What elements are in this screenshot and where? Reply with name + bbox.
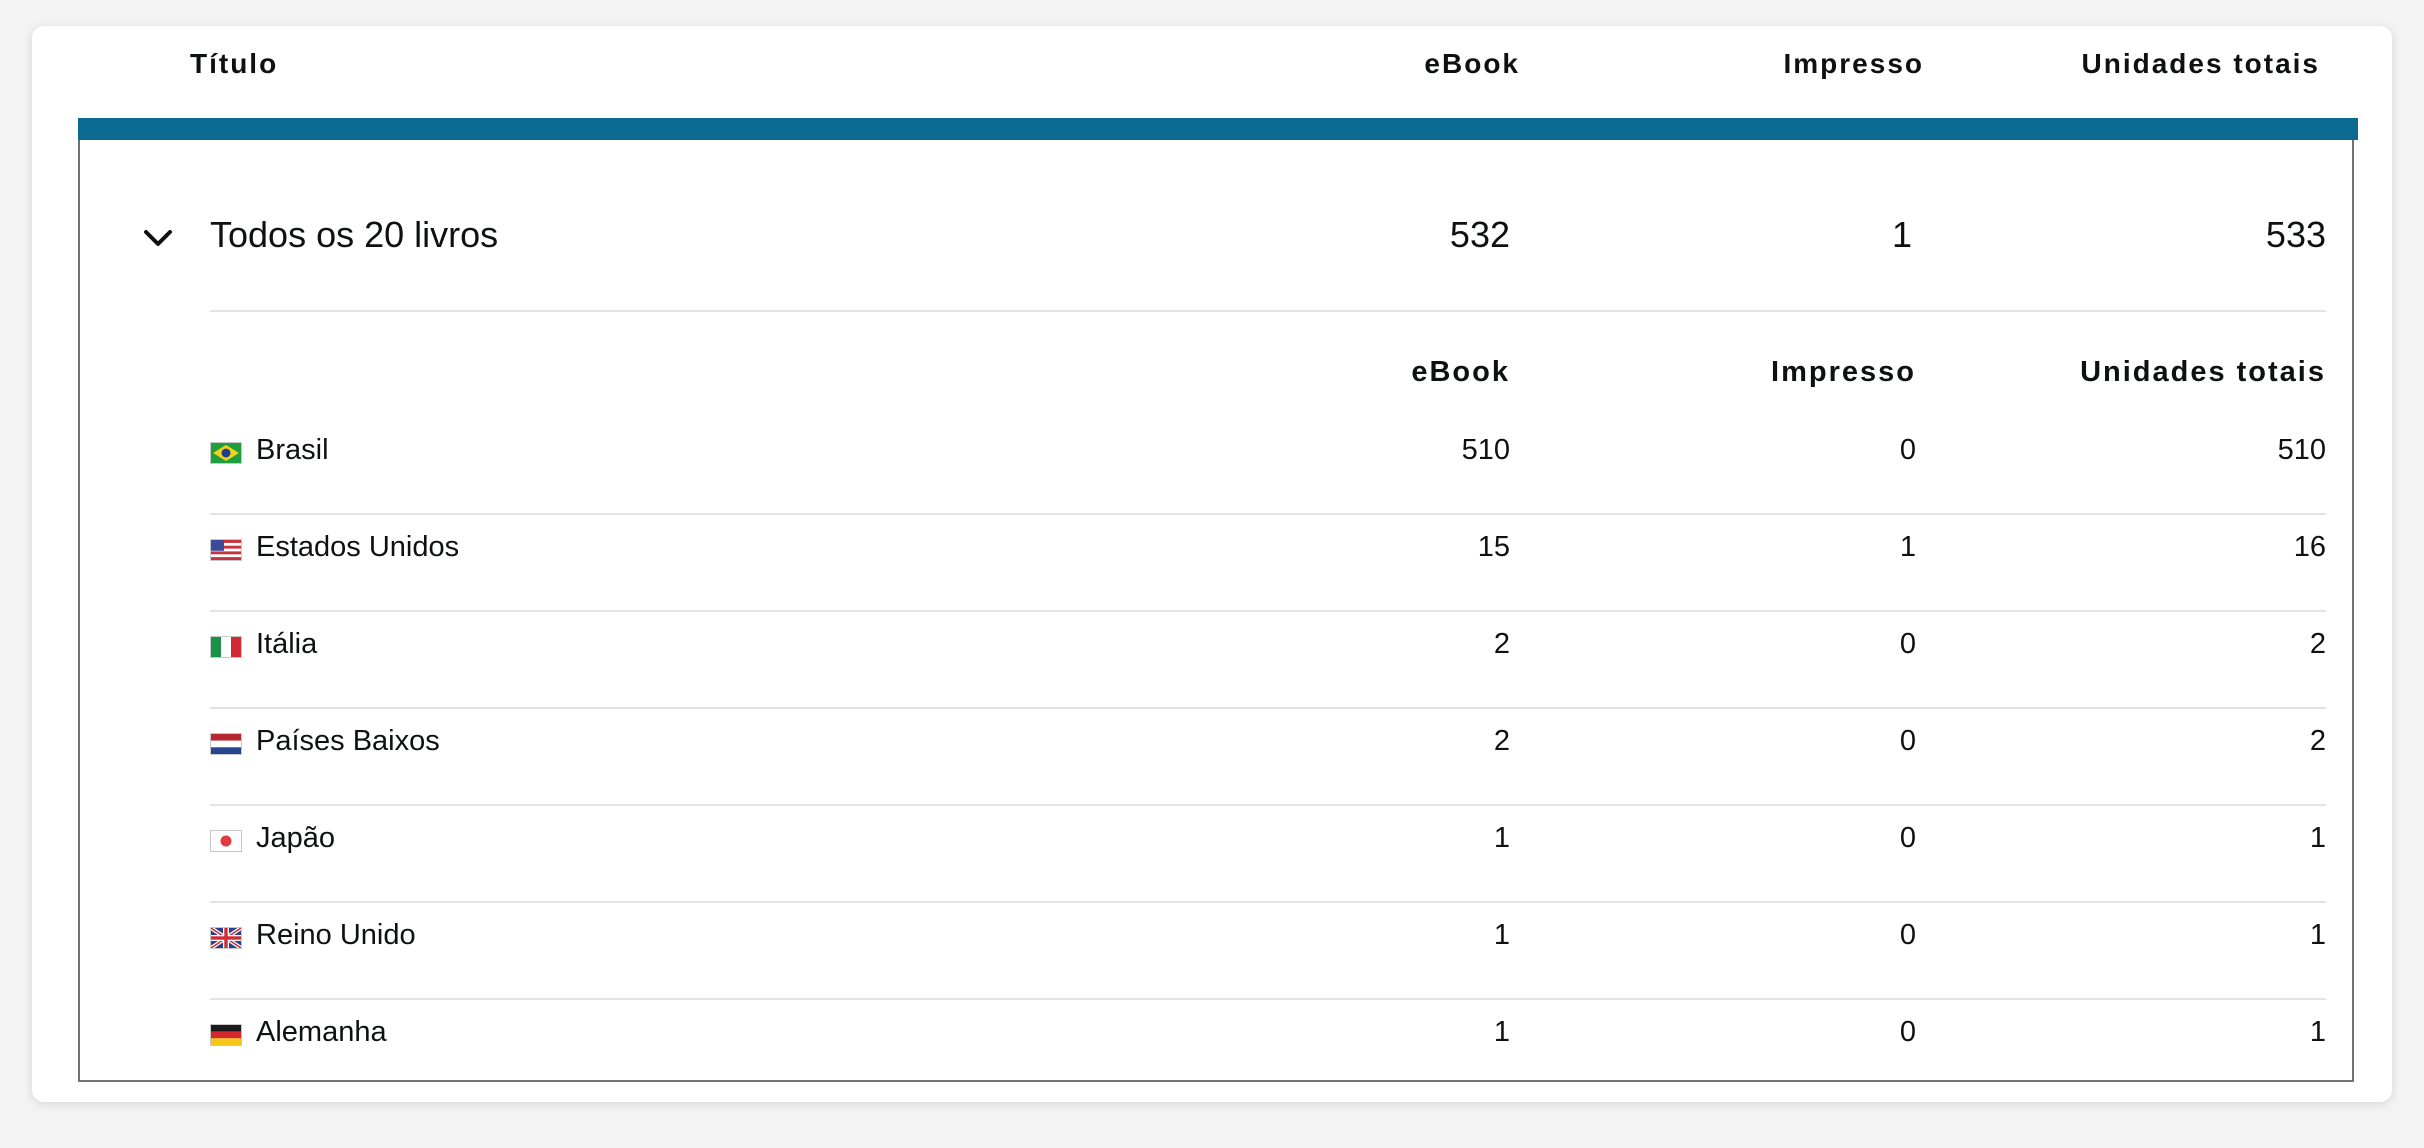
summary-title[interactable]: Todos os 20 livros (210, 214, 498, 256)
column-header-total[interactable]: Unidades totais (2082, 48, 2320, 80)
column-header-ebook[interactable]: eBook (1424, 48, 1520, 80)
country-name: Estados Unidos (256, 531, 460, 563)
table-row: Brasil 510 0 510 (210, 418, 2326, 515)
accent-bar (78, 118, 2358, 140)
summary-total-count: 533 (2265, 214, 2326, 255)
country-name: Países Baixos (256, 725, 440, 757)
table-header: Título eBook Impresso Unidades totais (32, 26, 2392, 118)
country-name: Reino Unido (256, 919, 416, 951)
flag-brazil-icon (210, 442, 242, 464)
ebook-value: 2 (1493, 725, 1510, 757)
subheader-total: Unidades totais (2080, 356, 2326, 388)
subheader-ebook: eBook (1411, 356, 1510, 388)
impresso-value: 1 (1899, 531, 1916, 563)
column-header-title[interactable]: Título (190, 48, 278, 80)
flag-japan-icon (210, 830, 242, 852)
ebook-value: 1 (1493, 822, 1510, 854)
flag-italy-icon (210, 636, 242, 658)
impresso-value: 0 (1899, 822, 1916, 854)
ebook-value: 2 (1493, 628, 1510, 660)
expanded-group-panel: Todos os 20 livros 532 1 533 eBook Impre… (78, 118, 2358, 1082)
table-row: Japão 1 0 1 (210, 806, 2326, 903)
impresso-value: 0 (1899, 1016, 1916, 1048)
ebook-value: 510 (1461, 434, 1510, 466)
total-value: 2 (2309, 725, 2326, 757)
flag-uk-icon (210, 927, 242, 949)
impresso-value: 0 (1899, 725, 1916, 757)
ebook-value: 15 (1477, 531, 1510, 563)
flag-usa-icon (210, 539, 242, 561)
summary-ebook-count: 532 (1449, 214, 1510, 255)
flag-netherlands-icon (210, 733, 242, 755)
summary-impresso-count: 1 (1891, 214, 1912, 255)
table-row: Países Baixos 2 0 2 (210, 709, 2326, 806)
country-name: Itália (256, 628, 318, 660)
total-value: 510 (2277, 434, 2326, 466)
impresso-value: 0 (1899, 628, 1916, 660)
table-row: Reino Unido 1 0 1 (210, 903, 2326, 1000)
subheader-impresso: Impresso (1771, 356, 1916, 388)
total-value: 2 (2309, 628, 2326, 660)
royalties-table-card: Título eBook Impresso Unidades totais To… (32, 26, 2392, 1102)
ebook-value: 1 (1493, 1016, 1510, 1048)
country-name: Brasil (256, 434, 329, 466)
table-row: Itália 2 0 2 (210, 612, 2326, 709)
total-value: 1 (2309, 1016, 2326, 1048)
ebook-value: 1 (1493, 919, 1510, 951)
country-name: Japão (256, 822, 336, 854)
country-name: Alemanha (256, 1016, 387, 1048)
divider (210, 310, 2326, 312)
impresso-value: 0 (1899, 434, 1916, 466)
table-row: Estados Unidos 15 1 16 (210, 515, 2326, 612)
flag-germany-icon (210, 1024, 242, 1046)
total-value: 1 (2309, 919, 2326, 951)
chevron-down-icon[interactable] (136, 216, 180, 260)
country-rows: Brasil 510 0 510 Estados Unidos 15 1 16 … (210, 418, 2326, 1097)
impresso-value: 0 (1899, 919, 1916, 951)
total-value: 1 (2309, 822, 2326, 854)
column-header-impresso[interactable]: Impresso (1784, 48, 1925, 80)
total-value: 16 (2293, 531, 2326, 563)
table-row: Alemanha 1 0 1 (210, 1000, 2326, 1097)
